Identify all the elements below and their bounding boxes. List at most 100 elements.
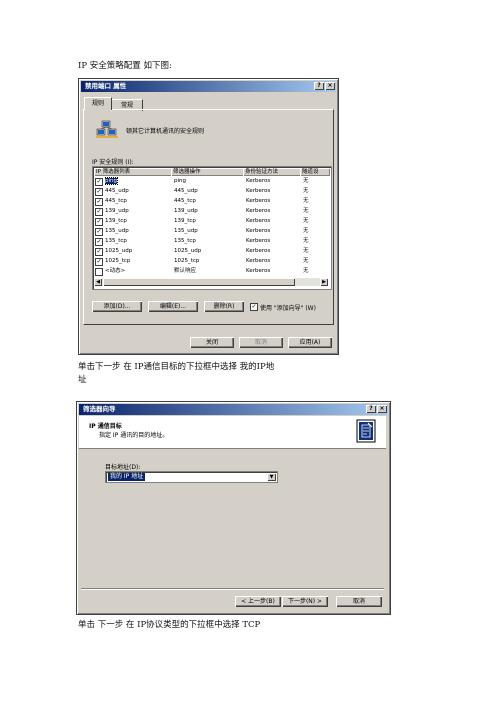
cell-text: 445_tcp bbox=[174, 198, 196, 204]
filter-wizard-icon bbox=[356, 419, 376, 443]
table-cell-tunnel: 无 bbox=[303, 217, 329, 226]
cell-text: 1025_udp bbox=[174, 248, 202, 254]
column-header-tunnel[interactable]: 隧道设 bbox=[300, 168, 330, 176]
table-row[interactable]: <动态> 默认响应 Kerberos 无 bbox=[94, 267, 328, 276]
horizontal-scrollbar[interactable]: ◀ ▶ bbox=[94, 278, 328, 286]
table-row[interactable]: 1025_udp 1025_udp Kerberos 无 ✓ bbox=[94, 247, 328, 256]
column-header-auth-method[interactable]: 身份验证方法 bbox=[243, 168, 301, 176]
cell-text: 无 bbox=[303, 198, 309, 204]
table-cell-action: 默认响应 bbox=[174, 267, 243, 276]
row-checkbox[interactable]: ✓ bbox=[95, 238, 103, 246]
destination-address-label: 目标地址(D): bbox=[105, 464, 141, 471]
wizard-cancel-button[interactable]: 取消 bbox=[336, 596, 382, 607]
wizard-title: 筛选器向导 bbox=[83, 405, 116, 413]
cell-text: 139_udp bbox=[105, 208, 129, 214]
cell-text: 445_tcp bbox=[105, 198, 127, 204]
table-cell-filter: <动态> bbox=[105, 267, 171, 276]
cell-text: 无 bbox=[303, 188, 309, 194]
cell-text: 无 bbox=[303, 228, 309, 234]
table-cell-filter: 139_tcp bbox=[105, 217, 171, 226]
rules-list-label: IP 安全规则 (I): bbox=[92, 159, 134, 166]
rules-panel: 顿其它计算机通讯的安全规则 IP 安全规则 (I): IP 筛选器列表 筛选器操… bbox=[83, 109, 334, 325]
cell-text: 无 bbox=[303, 178, 309, 184]
tab-rules[interactable]: 规则 bbox=[84, 97, 112, 110]
row-checkbox[interactable]: ✓ bbox=[95, 208, 103, 216]
cell-text: Kerberos bbox=[246, 228, 271, 234]
table-cell-action: 445_udp bbox=[174, 187, 243, 196]
table-cell-tunnel: 无 bbox=[303, 177, 329, 186]
table-cell-tunnel: 无 bbox=[303, 247, 329, 256]
scroll-thumb[interactable] bbox=[103, 278, 295, 286]
wizard-heading: IP 通信目标 bbox=[89, 423, 122, 430]
wizard-checkbox[interactable]: ✓ bbox=[250, 303, 258, 311]
cell-text: Kerberos bbox=[246, 198, 271, 204]
cell-text: 无 bbox=[303, 238, 309, 244]
step2-text: 单击 下一步 在 IP协议类型的下拉框中选择 TCP bbox=[78, 620, 261, 630]
column-header-filter-list[interactable]: IP 筛选器列表 bbox=[94, 168, 172, 176]
scroll-left-icon[interactable]: ◀ bbox=[94, 278, 102, 286]
edit-button[interactable]: 编辑(E)... bbox=[148, 301, 198, 312]
cell-text: 无 bbox=[303, 258, 309, 264]
add-button[interactable]: 添加(D)... bbox=[92, 301, 142, 312]
cell-text: 139_tcp bbox=[174, 218, 196, 224]
close-button[interactable]: 关闭 bbox=[190, 337, 234, 348]
row-checkbox[interactable]: ✓ bbox=[95, 218, 103, 226]
table-cell-tunnel: 无 bbox=[303, 207, 329, 216]
cell-text: Kerberos bbox=[246, 238, 271, 244]
dialog-title: 禁用端口 属性 bbox=[85, 82, 127, 90]
column-header-filter-action[interactable]: 筛选器操作 bbox=[171, 168, 244, 176]
row-checkbox[interactable]: ✓ bbox=[95, 248, 103, 256]
next-button[interactable]: 下一步(N) > bbox=[282, 596, 328, 607]
cell-text: 无 bbox=[303, 248, 309, 254]
table-row[interactable]: ping ping Kerberos 无 ✓ bbox=[94, 177, 328, 186]
cancel-button[interactable]: 取消 bbox=[239, 337, 283, 348]
table-row[interactable]: 139_udp 139_udp Kerberos 无 ✓ bbox=[94, 207, 328, 216]
chevron-down-icon[interactable]: ▼ bbox=[267, 473, 276, 481]
row-checkbox[interactable]: ✓ bbox=[95, 188, 103, 196]
row-checkbox[interactable]: ✓ bbox=[95, 228, 103, 236]
table-row[interactable]: 445_tcp 445_tcp Kerberos 无 ✓ bbox=[94, 197, 328, 206]
table-cell-action: 139_udp bbox=[174, 207, 243, 216]
cell-text: 默认响应 bbox=[174, 268, 197, 274]
wizard-subheading: 指定 IP 通讯的目的地址。 bbox=[99, 432, 169, 439]
cell-text: 139_tcp bbox=[105, 218, 127, 224]
footer-divider bbox=[81, 588, 384, 590]
rules-list[interactable]: IP 筛选器列表 筛选器操作 身份验证方法 隧道设 ping ping Kerber… bbox=[92, 166, 332, 290]
table-cell-action: ping bbox=[174, 177, 243, 186]
table-cell-filter: 445_udp bbox=[105, 187, 171, 196]
rules-description: 顿其它计算机通讯的安全规则 bbox=[126, 128, 205, 135]
apply-button[interactable]: 应用(A) bbox=[288, 337, 332, 348]
table-cell-auth: Kerberos bbox=[246, 247, 300, 256]
filter-wizard-dialog: 筛选器向导 ? × IP 通信目标 指定 IP 通讯的目的地址。 目标地址(D)… bbox=[76, 401, 391, 615]
table-cell-tunnel: 无 bbox=[303, 197, 329, 206]
close-icon[interactable]: × bbox=[325, 82, 335, 90]
network-computers-icon bbox=[96, 120, 118, 138]
table-row[interactable]: 135_udp 135_udp Kerberos 无 ✓ bbox=[94, 227, 328, 236]
table-cell-action: 445_tcp bbox=[174, 197, 243, 206]
table-row[interactable]: 139_tcp 139_tcp Kerberos 无 ✓ bbox=[94, 217, 328, 226]
table-row[interactable]: 445_udp 445_udp Kerberos 无 ✓ bbox=[94, 187, 328, 196]
help-button[interactable]: ? bbox=[314, 82, 324, 90]
wizard-help-button[interactable]: ? bbox=[366, 405, 376, 413]
remove-button[interactable]: 删除(R) bbox=[204, 301, 244, 312]
table-cell-auth: Kerberos bbox=[246, 217, 300, 226]
table-row[interactable]: 135_tcp 135_tcp Kerberos 无 ✓ bbox=[94, 237, 328, 246]
wizard-close-icon[interactable]: × bbox=[377, 405, 387, 413]
row-checkbox[interactable]: ✓ bbox=[95, 198, 103, 206]
row-checkbox[interactable]: ✓ bbox=[95, 178, 103, 186]
table-cell-action: 135_tcp bbox=[174, 237, 243, 246]
destination-address-select[interactable]: 我的 IP 地址 ▼ bbox=[105, 471, 278, 483]
cell-text: 445_udp bbox=[174, 188, 198, 194]
back-button[interactable]: < 上一步(B) bbox=[235, 596, 281, 607]
row-checkbox[interactable] bbox=[95, 268, 103, 276]
table-cell-filter: 135_tcp bbox=[105, 237, 171, 246]
cell-text: Kerberos bbox=[246, 188, 271, 194]
table-cell-filter: ping bbox=[105, 177, 171, 186]
table-cell-action: 135_udp bbox=[174, 227, 243, 236]
table-cell-auth: Kerberos bbox=[246, 267, 300, 276]
intro-text: IP 安全策略配置 如下图: bbox=[78, 61, 172, 71]
scroll-right-icon[interactable]: ▶ bbox=[320, 278, 328, 286]
row-checkbox[interactable]: ✓ bbox=[95, 258, 103, 266]
table-row[interactable]: 1025_tcp 1025_tcp Kerberos 无 ✓ bbox=[94, 257, 328, 266]
cell-text: 1025_tcp bbox=[174, 258, 200, 264]
